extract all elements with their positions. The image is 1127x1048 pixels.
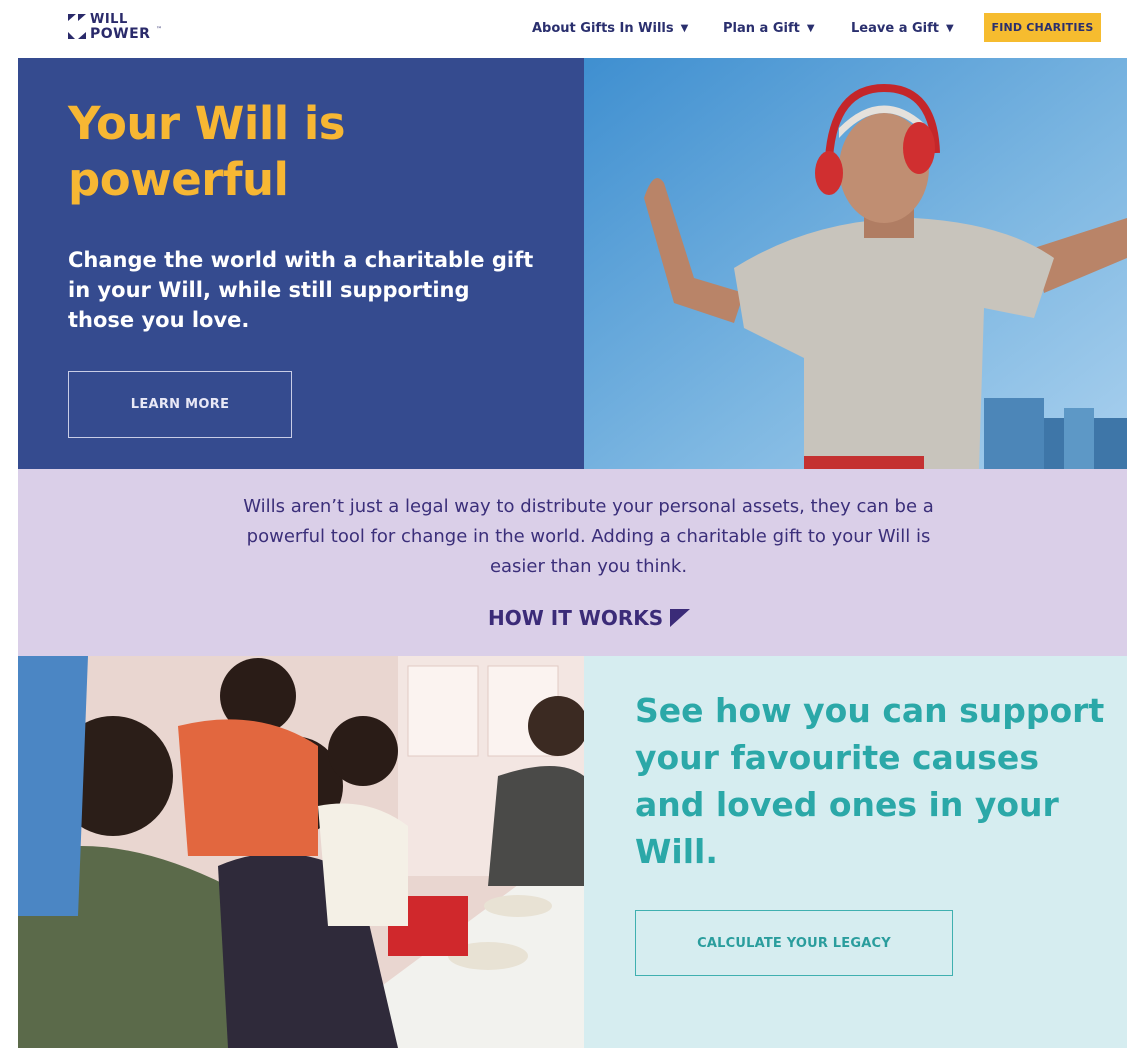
calculator-title: See how you can support your favourite c… [635,691,1105,871]
nav-leave-a-gift[interactable]: Leave a Gift ▼ [851,16,954,40]
arrow-corner-icon [670,609,691,627]
hero-title: Your Will is powerful [68,97,346,206]
logo-mark-icon [68,14,86,39]
nav-label: Plan a Gift [723,20,800,36]
find-charities-button[interactable]: FIND CHARITIES [984,13,1101,42]
logo-word-will: WILL [90,12,128,27]
learn-more-button[interactable]: LEARN MORE [68,371,292,438]
hero-image-dancing-man [584,58,1127,469]
site-header: WILL POWER ™ About Gifts In Wills ▼ Plan… [0,0,1127,58]
how-it-works-label: HOW IT WORKS [488,606,664,630]
how-it-works-link[interactable]: HOW IT WORKS [488,603,691,633]
logo-word-power: POWER [90,26,151,42]
hero-subtitle: Change the world with a charitable gift … [68,248,534,332]
logo-trademark: ™ [156,26,162,33]
nav-label: About Gifts In Wills [532,20,674,36]
caret-down-icon: ▼ [680,22,689,34]
family-dinner-image [18,656,584,1048]
nav-label: Leave a Gift [851,20,939,36]
caret-down-icon: ▼ [806,22,815,34]
calculate-legacy-button[interactable]: CALCULATE YOUR LEGACY [635,910,953,976]
intro-text: Wills aren’t just a legal way to distrib… [243,496,934,577]
willpower-logo[interactable]: WILL POWER ™ [66,12,166,44]
nav-about-gifts-in-wills[interactable]: About Gifts In Wills ▼ [532,16,688,40]
nav-plan-a-gift[interactable]: Plan a Gift ▼ [723,16,815,40]
caret-down-icon: ▼ [946,22,954,34]
